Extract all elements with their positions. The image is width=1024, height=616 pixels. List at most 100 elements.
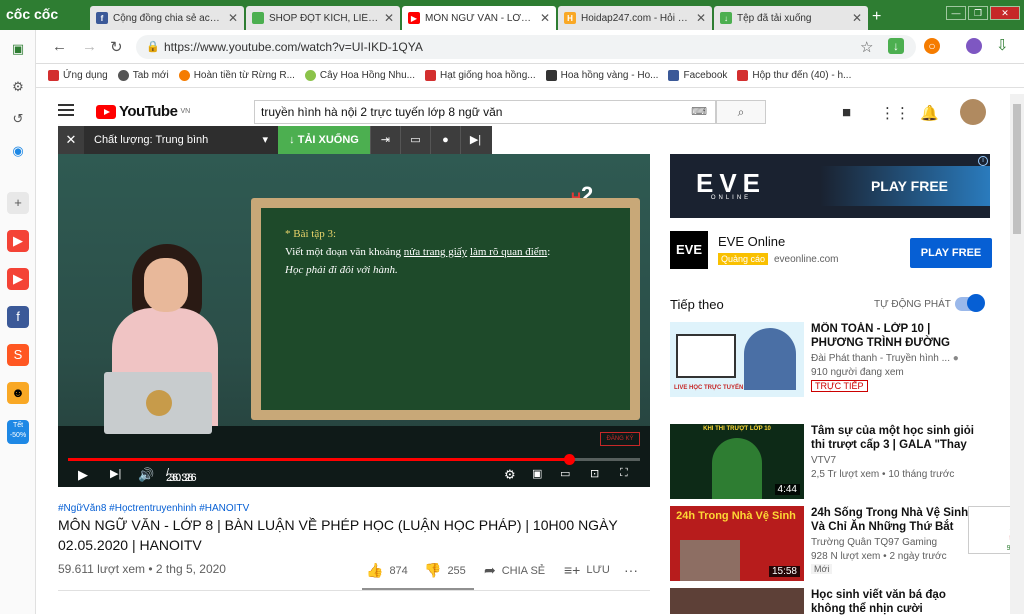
scrollbar-thumb[interactable] — [1013, 104, 1021, 234]
youtube-logo[interactable]: YouTube VN — [96, 103, 190, 120]
save-button[interactable]: ≡+ LƯU — [564, 562, 610, 578]
tab-5[interactable]: ↓ Tệp đã tải xuống ✕ — [714, 6, 868, 30]
close-icon[interactable]: ✕ — [58, 132, 84, 148]
bookmark-item[interactable]: Cây Hoa Hồng Nhu... — [304, 70, 415, 81]
bookmark-label: Cây Hoa Hồng Nhu... — [319, 70, 415, 81]
video-thumbnail[interactable]: 24h Trong Nhà Vệ Sinh 15:58 — [670, 506, 804, 581]
skip-icon[interactable]: ▶| — [460, 126, 490, 154]
item-title[interactable]: Tâm sự của một học sinh giỏi thi trượt c… — [811, 424, 983, 452]
star-icon[interactable]: ☆ — [860, 38, 873, 56]
bookmark-item[interactable]: Facebook — [668, 70, 727, 81]
volume-icon[interactable]: 🔊 — [138, 467, 154, 483]
progress-bar[interactable] — [68, 454, 640, 465]
video-player[interactable]: H2 * Bài tập 3: Viết một đoạn văn khoảng… — [58, 154, 650, 487]
dislike-button[interactable]: 👎 255 — [424, 562, 466, 579]
close-icon[interactable]: ✕ — [540, 11, 550, 25]
list-item[interactable]: Học sinh viết văn bá đạo không thể nhịn … — [670, 588, 1010, 616]
minimize-icon[interactable]: — — [946, 6, 966, 20]
theater-icon[interactable]: ▭ — [560, 467, 570, 480]
keyboard-icon[interactable]: ⌨ — [691, 101, 707, 123]
discount-icon[interactable]: Tết -50% — [7, 420, 29, 444]
forward-icon[interactable]: → — [82, 38, 97, 55]
more-button[interactable]: ··· — [624, 562, 638, 578]
restore-icon[interactable]: ❐ — [968, 6, 988, 20]
list-item[interactable]: 24h Trong Nhà Vệ Sinh 15:58 24h Sống Tro… — [670, 506, 1010, 586]
quality-select[interactable]: Chất lượng: Trung bình ▾ — [84, 126, 278, 154]
next-icon[interactable]: ▶| — [110, 467, 121, 480]
close-icon[interactable]: ✕ — [228, 11, 238, 25]
bookmark-apps[interactable]: Ứng dụng — [48, 70, 108, 81]
tab-1[interactable]: f Cộng đồng chia sẻ acc CF ✕ — [90, 6, 244, 30]
close-window-icon[interactable]: ✕ — [990, 6, 1020, 20]
gmail-icon — [737, 70, 749, 81]
back-icon[interactable]: ← — [52, 38, 67, 55]
add-icon[interactable]: + — [7, 192, 29, 214]
bookmark-item[interactable]: Hạt giống hoa hồng... — [424, 70, 536, 81]
menu-icon[interactable] — [58, 104, 74, 116]
shopee-icon[interactable]: S — [7, 344, 29, 366]
list-item[interactable]: LIVE HỌC TRỰC TUYẾN MÔN TOÁN - LỚP 10 | … — [670, 322, 1010, 402]
fullscreen-icon[interactable]: ⛶ — [620, 467, 628, 480]
tab-2[interactable]: SHOP ĐỘT KÍCH, LIÊN QU ✕ — [246, 6, 400, 30]
new-tab-icon[interactable]: + — [872, 8, 881, 26]
item-title[interactable]: 24h Sống Trong Nhà Vệ Sinh Và Chỉ Ăn Nhữ… — [811, 506, 983, 534]
download-ext-icon[interactable]: ↓ — [888, 38, 904, 54]
bookmark-label: Ứng dụng — [63, 70, 108, 81]
extension-icon[interactable]: ○ — [924, 38, 940, 54]
ad-banner[interactable]: EVE ONLINE PLAY FREE i — [670, 154, 990, 218]
game-icon[interactable]: ☻ — [7, 382, 29, 404]
url-field[interactable]: 🔒 https://www.youtube.com/watch?v=UI-IKD… — [136, 35, 916, 59]
cast-icon[interactable]: ⊡ — [590, 467, 599, 480]
video-thumbnail[interactable]: KHI THI TRƯỢT LỚP 10 4:44 — [670, 424, 804, 499]
play-icon[interactable]: ▶ — [78, 467, 88, 483]
avatar[interactable] — [960, 99, 986, 125]
close-icon[interactable]: ✕ — [696, 11, 706, 25]
notifications-icon[interactable]: 🔔 — [920, 104, 939, 122]
close-icon[interactable]: ✕ — [852, 11, 862, 25]
settings-icon[interactable]: ⚙ — [7, 76, 29, 98]
advertiser-name[interactable]: EVE Online — [718, 234, 785, 249]
tab-4[interactable]: H Hoidap247.com - Hỏi đáp ✕ — [558, 6, 712, 30]
facebook-icon[interactable]: f — [7, 306, 29, 328]
close-icon[interactable]: ✕ — [384, 11, 394, 25]
hashtags[interactable]: #NgữVăn8 #Họctrentruyenhinh #HANOITV — [58, 503, 249, 514]
bookmark-item[interactable]: Hoàn tiền từ Rừng R... — [178, 70, 295, 81]
search-input[interactable]: truyền hình hà nội 2 trực tuyến lớp 8 ng… — [254, 100, 716, 124]
settings-icon[interactable]: ⚙ — [504, 467, 516, 483]
miniplayer-icon[interactable]: ▣ — [532, 467, 542, 480]
autoplay-toggle[interactable] — [955, 294, 985, 312]
apps-grid-icon[interactable]: ⋮⋮ — [880, 104, 910, 122]
list-item[interactable]: KHI THI TRƯỢT LỚP 10 4:44 Tâm sự của một… — [670, 424, 1010, 504]
banner-cta[interactable]: PLAY FREE — [820, 166, 990, 206]
history-icon[interactable]: ↺ — [7, 108, 29, 130]
bookmark-item[interactable]: Hoa hồng vàng - Ho... — [545, 70, 658, 81]
play-free-button[interactable]: PLAY FREE — [910, 238, 992, 268]
like-button[interactable]: 👍 874 — [366, 562, 408, 579]
video-thumbnail[interactable] — [670, 588, 804, 614]
profile-icon[interactable] — [966, 38, 982, 54]
reload-icon[interactable]: ↻ — [110, 38, 123, 56]
pip-icon[interactable]: ▭ — [400, 126, 430, 154]
search-button[interactable]: ⌕ — [716, 100, 766, 124]
coccoc-logo[interactable]: cốc cốc — [6, 6, 58, 22]
bookmark-item[interactable]: Tab mới — [117, 70, 169, 81]
messenger-icon[interactable]: ◉ — [7, 140, 29, 162]
lightbulb-icon[interactable]: ● — [430, 126, 460, 154]
tab-3-active[interactable]: ▶ MÔN NGỮ VĂN - LỚP 8 | ✕ — [402, 6, 556, 30]
panel-icon[interactable]: ▣ — [7, 38, 29, 60]
download-icon[interactable]: ⇩ — [996, 36, 1009, 54]
youtube-header: YouTube VN truyền hình hà nội 2 trực tuy… — [38, 94, 1008, 130]
audio-icon[interactable]: ⇥ — [370, 126, 400, 154]
leaf-icon — [304, 70, 316, 81]
youtube-icon[interactable]: ▶ — [7, 268, 29, 290]
create-video-icon[interactable]: ■ — [842, 104, 851, 121]
item-title[interactable]: MÔN TOÁN - LỚP 10 | PHƯƠNG TRÌNH ĐƯỜNG T… — [811, 322, 983, 350]
video-thumbnail[interactable]: LIVE HỌC TRỰC TUYẾN — [670, 322, 804, 397]
item-title[interactable]: Học sinh viết văn bá đạo không thể nhịn … — [811, 588, 983, 616]
info-icon[interactable]: i — [978, 156, 988, 166]
download-button[interactable]: ↓ TẢI XUỐNG — [278, 126, 370, 154]
bookmark-item[interactable]: Hộp thư đến (40) - h... — [737, 70, 851, 81]
youtube-icon[interactable]: ▶ — [7, 230, 29, 252]
share-button[interactable]: ➦ CHIA SẺ — [484, 562, 545, 579]
page-scrollbar[interactable] — [1010, 94, 1024, 614]
